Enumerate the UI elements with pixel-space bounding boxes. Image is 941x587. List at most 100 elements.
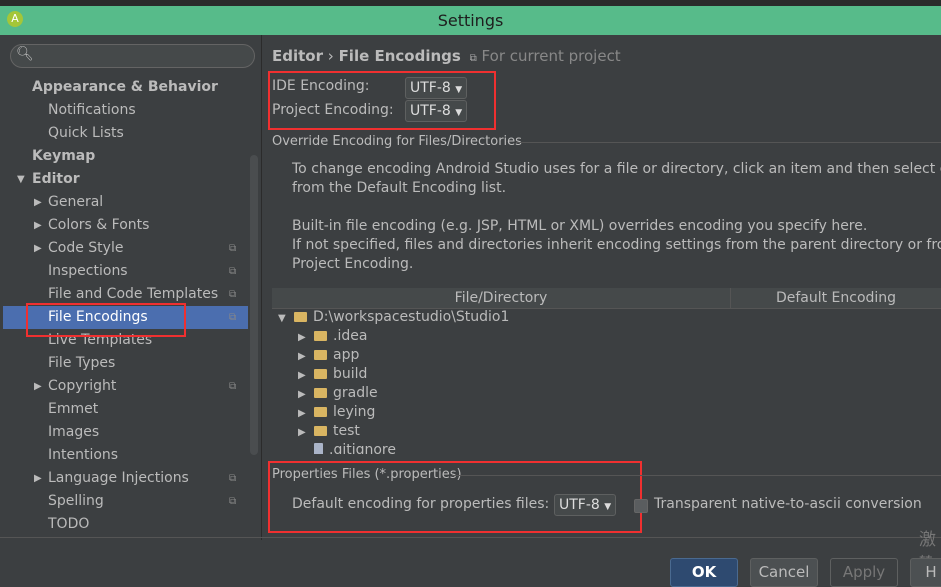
- sidebar-item[interactable]: Intentions: [3, 444, 248, 467]
- encoding-table: File/Directory Default Encoding ▼ D:\work…: [272, 288, 941, 454]
- sidebar-item[interactable]: Inspections ⧉: [3, 260, 248, 283]
- chevron-down-icon: ▼: [455, 108, 463, 118]
- sidebar-item[interactable]: Spelling ⧉: [3, 490, 248, 513]
- ide-encoding-label: IDE Encoding:: [272, 78, 370, 94]
- chevron-right-icon[interactable]: ▶: [34, 467, 42, 490]
- project-encoding-select[interactable]: UTF-8 ▼: [405, 100, 468, 122]
- folder-icon: [314, 331, 327, 341]
- row-name: .gitignore: [329, 442, 396, 454]
- row-name: test: [333, 423, 360, 439]
- divider: [452, 475, 941, 476]
- sidebar-item[interactable]: Emmet: [3, 398, 248, 421]
- chevron-right-icon[interactable]: ▶: [298, 347, 314, 366]
- chevron-right-icon[interactable]: ▶: [34, 191, 42, 214]
- sidebar-item-label: Quick Lists: [48, 125, 124, 141]
- chevron-down-icon: ▼: [604, 502, 612, 512]
- watermark: 激: [919, 530, 936, 550]
- sidebar-scrollbar[interactable]: [250, 155, 258, 455]
- ide-encoding-select[interactable]: UTF-8 ▼: [405, 77, 468, 99]
- divider: [516, 142, 941, 143]
- sidebar-item-label: File Types: [48, 355, 116, 371]
- properties-encoding-select[interactable]: UTF-8 ▼: [554, 494, 617, 516]
- sidebar-item[interactable]: Keymap: [3, 145, 248, 168]
- chevron-right-icon[interactable]: ▶: [298, 423, 314, 442]
- column-header-encoding[interactable]: Default Encoding: [731, 288, 941, 309]
- table-row[interactable]: ▶ leying: [298, 403, 375, 422]
- apply-button[interactable]: Apply: [830, 558, 898, 587]
- description-line: from the Default Encoding list.: [292, 180, 507, 196]
- sidebar-item-label: TODO: [48, 516, 90, 532]
- folder-icon: [314, 350, 327, 360]
- native-to-ascii-label: Transparent native-to-ascii conversion: [654, 496, 922, 512]
- chevron-right-icon[interactable]: ▶: [34, 237, 42, 260]
- project-scope-icon: ⧉: [229, 243, 237, 254]
- highlight-file-encodings: [26, 303, 186, 337]
- sidebar-item-label: Spelling: [48, 493, 104, 509]
- sidebar-item-label: Notifications: [48, 102, 136, 118]
- sidebar-item-label: Inspections: [48, 263, 128, 279]
- sidebar-item[interactable]: ▼ Editor: [3, 168, 248, 191]
- search-input[interactable]: 🔍︎: [10, 44, 255, 68]
- chevron-down-icon[interactable]: ▼: [278, 309, 294, 328]
- row-name: app: [333, 347, 360, 363]
- chevron-right-icon[interactable]: ▶: [298, 404, 314, 423]
- folder-icon: [314, 426, 327, 436]
- sidebar-item[interactable]: ▶ Copyright ⧉: [3, 375, 248, 398]
- help-button[interactable]: H: [910, 558, 941, 587]
- project-scope-icon: ⧉: [229, 473, 237, 484]
- table-row[interactable]: ▶ app: [298, 346, 359, 365]
- breadcrumb-parent: Editor: [272, 47, 323, 65]
- folder-icon: [314, 369, 327, 379]
- chevron-right-icon[interactable]: ▶: [34, 375, 42, 398]
- breadcrumb: Editor › File Encodings ⧉ For current pr…: [272, 47, 621, 65]
- table-row[interactable]: .gitignore: [298, 441, 396, 454]
- ok-button[interactable]: OK: [670, 558, 738, 587]
- properties-encoding-label: Default encoding for properties files:: [292, 496, 550, 512]
- folder-icon: [294, 312, 307, 322]
- native-to-ascii-checkbox[interactable]: [634, 499, 648, 513]
- project-scope-icon: ⧉: [229, 289, 237, 300]
- search-icon: 🔍︎: [16, 46, 34, 62]
- chevron-right-icon[interactable]: ▶: [298, 328, 314, 347]
- column-header-file[interactable]: File/Directory: [272, 288, 731, 309]
- window-title: Settings: [437, 11, 504, 30]
- folder-icon: [314, 407, 327, 417]
- sidebar-item-label: Intentions: [48, 447, 119, 463]
- sidebar-item[interactable]: Quick Lists: [3, 122, 248, 145]
- chevron-down-icon: ▼: [455, 85, 463, 95]
- chevron-down-icon[interactable]: ▼: [17, 168, 25, 191]
- table-row[interactable]: ▶ .idea: [298, 327, 367, 346]
- sidebar-item[interactable]: ▶ Colors & Fonts: [3, 214, 248, 237]
- description-line: Project Encoding.: [292, 256, 414, 272]
- sidebar-item-label: Editor: [32, 171, 80, 187]
- table-row[interactable]: ▶ test: [298, 422, 360, 441]
- sidebar-item[interactable]: TODO: [3, 513, 248, 536]
- scope-label: For current project: [481, 47, 621, 65]
- ide-encoding-value: UTF-8: [410, 80, 451, 96]
- sidebar-item[interactable]: ▶ General: [3, 191, 248, 214]
- chevron-right-icon[interactable]: ▶: [34, 214, 42, 237]
- table-row[interactable]: ▶ build: [298, 365, 367, 384]
- cancel-button[interactable]: Cancel: [750, 558, 818, 587]
- android-studio-icon: A: [7, 11, 23, 27]
- properties-section-title: Properties Files (*.properties): [272, 467, 462, 482]
- sidebar-item-label: Images: [48, 424, 100, 440]
- sidebar-item[interactable]: Notifications: [3, 99, 248, 122]
- project-scope-icon: ⧉: [229, 266, 237, 277]
- sidebar-item-label: Language Injections: [48, 470, 189, 486]
- row-name: leying: [333, 404, 376, 420]
- chevron-right-icon[interactable]: ▶: [298, 385, 314, 404]
- sidebar-item[interactable]: File Types: [3, 352, 248, 375]
- table-row[interactable]: ▶ gradle: [298, 384, 378, 403]
- sidebar-item[interactable]: Appearance & Behavior: [3, 76, 248, 99]
- description-line: To change encoding Android Studio uses f…: [292, 161, 941, 177]
- description-line: If not specified, files and directories …: [292, 237, 941, 253]
- sidebar-item[interactable]: ▶ Language Injections ⧉: [3, 467, 248, 490]
- override-section-title: Override Encoding for Files/Directories: [272, 134, 522, 149]
- chevron-right-icon[interactable]: ▶: [298, 366, 314, 385]
- sidebar-item[interactable]: Images: [3, 421, 248, 444]
- sidebar-item[interactable]: ▶ Code Style ⧉: [3, 237, 248, 260]
- row-name: build: [333, 366, 368, 382]
- table-row[interactable]: ▼ D:\workspacestudio\Studio1: [278, 308, 509, 327]
- file-icon: [314, 443, 323, 454]
